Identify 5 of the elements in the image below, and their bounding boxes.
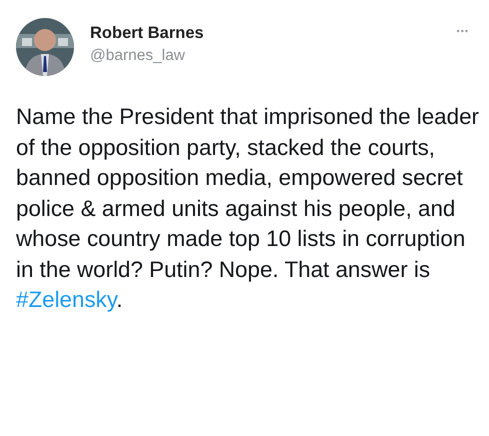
hashtag-link[interactable]: #Zelensky [16, 287, 116, 312]
author-handle[interactable]: @barnes_law [90, 46, 435, 64]
tweet-text: Name the President that imprisoned the leader of the opposition party, stacked the courts, banned opposition media, empowered secret police & armed units against his people, and whose country made top 10 lists in corruption in the world? Putin? Nope. That answer is #Zelensky. [16, 103, 480, 314]
author-name[interactable]: Robert Barnes [90, 24, 435, 42]
more-options-button[interactable]: ••• [450, 26, 475, 36]
